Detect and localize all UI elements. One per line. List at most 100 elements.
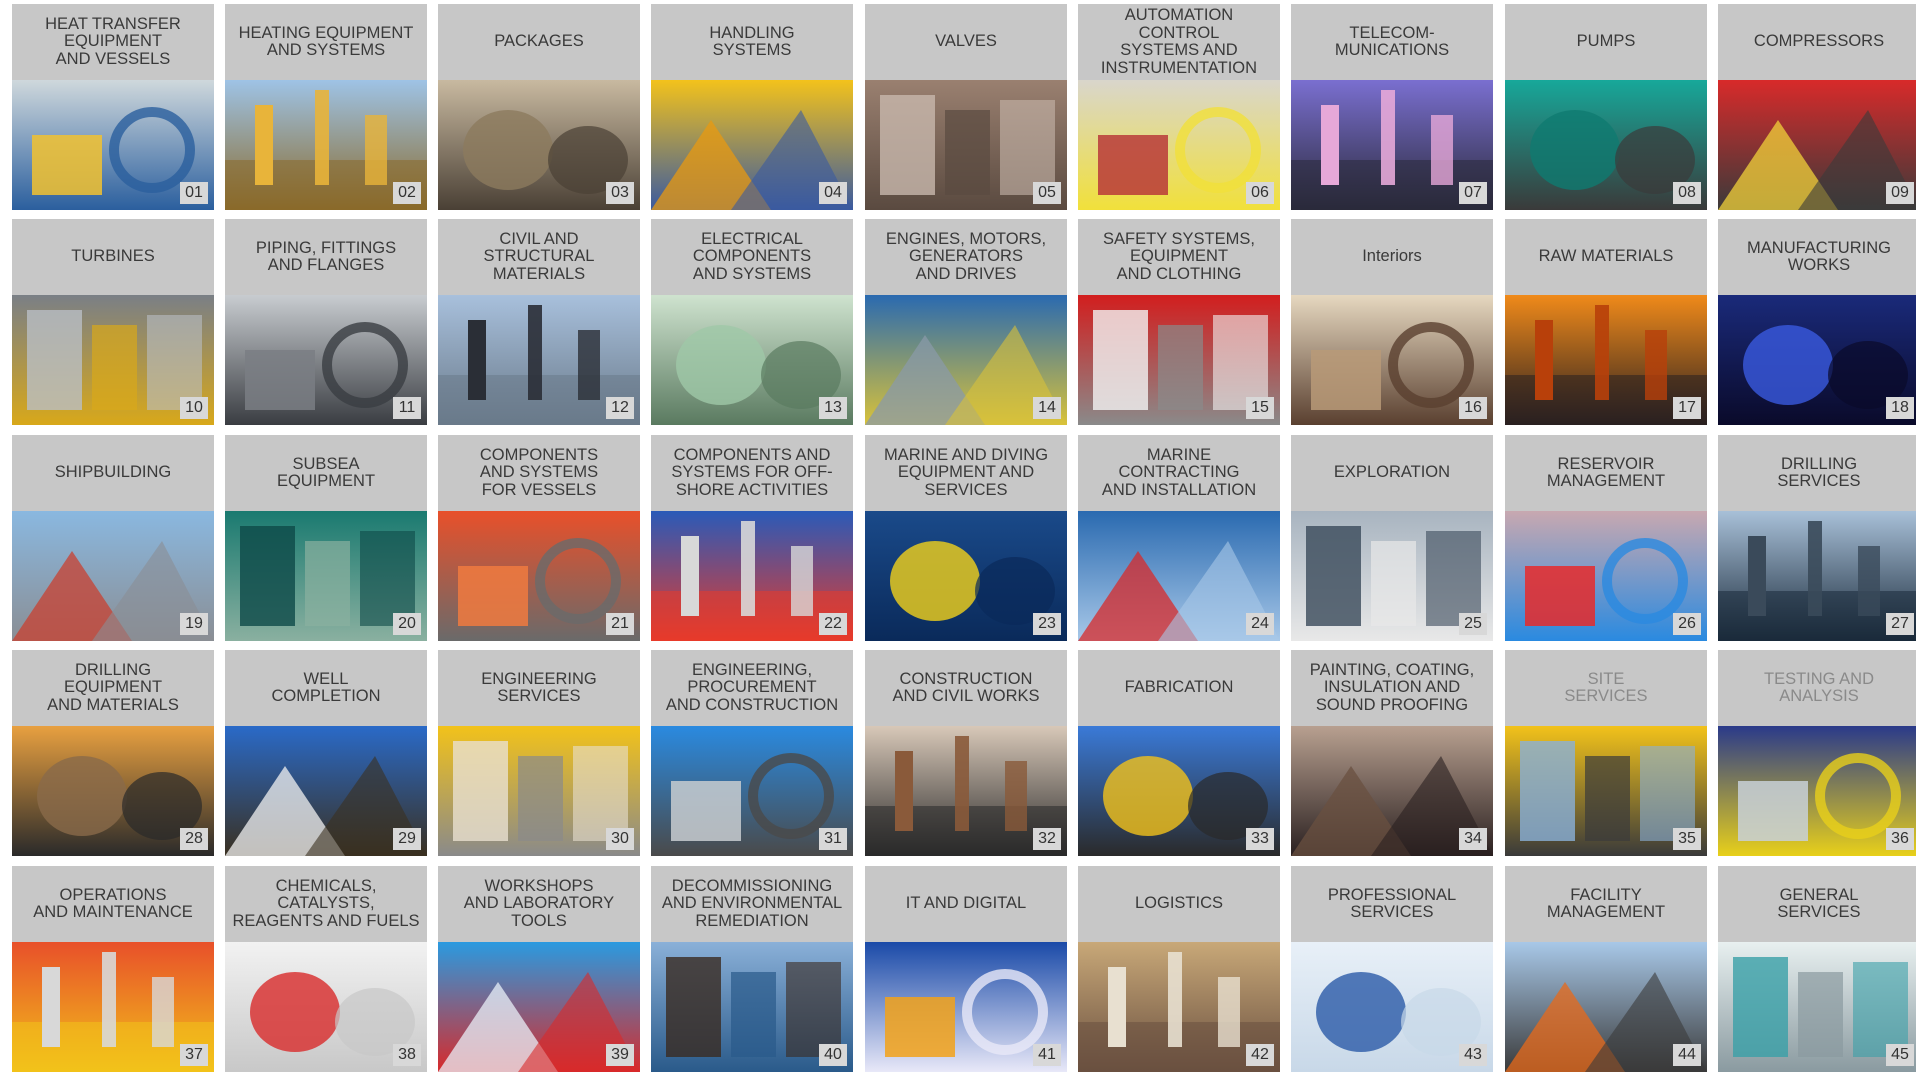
category-label: Interiors [1362,247,1422,266]
category-tile-33[interactable]: FABRICATION 33 [1078,650,1280,856]
category-tile-38[interactable]: CHEMICALS, CATALYSTS, REAGENTS AND FUELS… [225,866,427,1072]
category-tile-23[interactable]: MARINE AND DIVING EQUIPMENT AND SERVICES… [865,435,1067,641]
category-label: COMPONENTS AND SYSTEMS FOR VESSELS [479,445,599,499]
category-tile-04[interactable]: HANDLING SYSTEMS 04 [651,4,853,210]
category-label: EXPLORATION [1333,463,1451,482]
category-number-badge: 05 [1033,182,1061,204]
category-tile-39[interactable]: WORKSHOPS AND LABORATORY TOOLS 39 [438,866,640,1072]
category-number-badge: 25 [1459,613,1487,635]
category-label: SAFETY SYSTEMS, EQUIPMENT AND CLOTHING [1103,229,1255,283]
category-label: TESTING AND ANALYSIS [1763,669,1874,705]
category-label: MARINE CONTRACTING AND INSTALLATION [1101,445,1257,499]
category-number-badge: 42 [1246,1044,1274,1066]
category-tile-31[interactable]: ENGINEERING, PROCUREMENT AND CONSTRUCTIO… [651,650,853,856]
category-tile-43[interactable]: PROFESSIONAL SERVICES 43 [1291,866,1493,1072]
category-tile-16[interactable]: Interiors 16 [1291,219,1493,425]
category-tile-15[interactable]: SAFETY SYSTEMS, EQUIPMENT AND CLOTHING 1… [1078,219,1280,425]
category-tile-08[interactable]: PUMPS 08 [1505,4,1707,210]
category-tile-02[interactable]: HEATING EQUIPMENT AND SYSTEMS 02 [225,4,427,210]
category-tile-20[interactable]: SUBSEA EQUIPMENT 20 [225,435,427,641]
category-tile-24[interactable]: MARINE CONTRACTING AND INSTALLATION 24 [1078,435,1280,641]
category-label: MANUFACTURING WORKS [1747,238,1891,274]
category-number-badge: 39 [606,1044,634,1066]
category-header: HEATING EQUIPMENT AND SYSTEMS [225,4,427,80]
category-label: DRILLING EQUIPMENT AND MATERIALS [47,660,179,714]
category-header: DRILLING SERVICES [1718,435,1916,511]
category-tile-12[interactable]: CIVIL AND STRUCTURAL MATERIALS 12 [438,219,640,425]
category-header: MANUFACTURING WORKS [1718,219,1916,295]
category-tile-35[interactable]: SITE SERVICES 35 [1505,650,1707,856]
category-label: RAW MATERIALS [1538,247,1674,266]
category-header: COMPRESSORS [1718,4,1916,80]
category-header: DECOMMISSIONING AND ENVIRONMENTAL REMEDI… [651,866,853,942]
category-number-badge: 11 [393,397,421,419]
category-header: HANDLING SYSTEMS [651,4,853,80]
category-tile-06[interactable]: AUTOMATION CONTROL SYSTEMS AND INSTRUMEN… [1078,4,1280,210]
category-tile-11[interactable]: PIPING, FITTINGS AND FLANGES 11 [225,219,427,425]
category-tile-07[interactable]: TELECOM- MUNICATIONS 07 [1291,4,1493,210]
category-header: FABRICATION [1078,650,1280,726]
category-tile-18[interactable]: MANUFACTURING WORKS 18 [1718,219,1916,425]
category-tile-41[interactable]: IT AND DIGITAL 41 [865,866,1067,1072]
category-number-badge: 20 [393,613,421,635]
category-tile-34[interactable]: PAINTING, COATING, INSULATION AND SOUND … [1291,650,1493,856]
category-number-badge: 37 [180,1044,208,1066]
category-number-badge: 29 [393,828,421,850]
category-number-badge: 32 [1033,828,1061,850]
category-header: DRILLING EQUIPMENT AND MATERIALS [12,650,214,726]
category-label: PIPING, FITTINGS AND FLANGES [255,238,397,274]
category-tile-14[interactable]: ENGINES, MOTORS, GENERATORS AND DRIVES 1… [865,219,1067,425]
category-tile-21[interactable]: COMPONENTS AND SYSTEMS FOR VESSELS 21 [438,435,640,641]
category-tile-25[interactable]: EXPLORATION 25 [1291,435,1493,641]
category-tile-44[interactable]: FACILITY MANAGEMENT 44 [1505,866,1707,1072]
category-header: Interiors [1291,219,1493,295]
category-tile-03[interactable]: PACKAGES 03 [438,4,640,210]
category-tile-10[interactable]: TURBINES 10 [12,219,214,425]
category-tile-32[interactable]: CONSTRUCTION AND CIVIL WORKS 32 [865,650,1067,856]
category-header: COMPONENTS AND SYSTEMS FOR VESSELS [438,435,640,511]
category-tile-28[interactable]: DRILLING EQUIPMENT AND MATERIALS 28 [12,650,214,856]
category-number-badge: 38 [393,1044,421,1066]
category-tile-29[interactable]: WELL COMPLETION 29 [225,650,427,856]
category-header: WORKSHOPS AND LABORATORY TOOLS [438,866,640,942]
category-header: ENGINEERING, PROCUREMENT AND CONSTRUCTIO… [651,650,853,726]
category-tile-19[interactable]: SHIPBUILDING 19 [12,435,214,641]
category-label: ENGINEERING SERVICES [481,669,597,705]
category-label: PAINTING, COATING, INSULATION AND SOUND … [1309,660,1475,714]
category-tile-26[interactable]: RESERVOIR MANAGEMENT 26 [1505,435,1707,641]
category-tile-27[interactable]: DRILLING SERVICES 27 [1718,435,1916,641]
category-tile-17[interactable]: RAW MATERIALS 17 [1505,219,1707,425]
category-label: VALVES [935,32,997,51]
category-tile-36[interactable]: TESTING AND ANALYSIS 36 [1718,650,1916,856]
category-tile-40[interactable]: DECOMMISSIONING AND ENVIRONMENTAL REMEDI… [651,866,853,1072]
category-label: COMPONENTS AND SYSTEMS FOR OFF- SHORE AC… [671,445,833,499]
category-number-badge: 35 [1673,828,1701,850]
category-tile-30[interactable]: ENGINEERING SERVICES 30 [438,650,640,856]
category-number-badge: 36 [1886,828,1914,850]
category-label: OPERATIONS AND MAINTENANCE [33,885,193,921]
category-label: FACILITY MANAGEMENT [1546,885,1666,921]
category-number-badge: 30 [606,828,634,850]
category-label: PACKAGES [494,32,584,51]
category-number-badge: 01 [180,182,208,204]
category-tile-22[interactable]: COMPONENTS AND SYSTEMS FOR OFF- SHORE AC… [651,435,853,641]
category-header: CHEMICALS, CATALYSTS, REAGENTS AND FUELS [225,866,427,942]
category-tile-45[interactable]: GENERAL SERVICES 45 [1718,866,1916,1072]
category-label: DRILLING SERVICES [1777,454,1861,490]
category-header: PACKAGES [438,4,640,80]
category-label: CIVIL AND STRUCTURAL MATERIALS [483,229,595,283]
category-number-badge: 02 [393,182,421,204]
category-tile-09[interactable]: COMPRESSORS 09 [1718,4,1916,210]
category-number-badge: 26 [1673,613,1701,635]
category-label: GENERAL SERVICES [1777,885,1861,921]
category-header: CONSTRUCTION AND CIVIL WORKS [865,650,1067,726]
category-tile-01[interactable]: HEAT TRANSFER EQUIPMENT AND VESSELS 01 [12,4,214,210]
category-tile-13[interactable]: ELECTRICAL COMPONENTS AND SYSTEMS 13 [651,219,853,425]
category-tile-42[interactable]: LOGISTICS 42 [1078,866,1280,1072]
category-label: WELL COMPLETION [271,669,381,705]
category-tile-05[interactable]: VALVES 05 [865,4,1067,210]
category-tile-37[interactable]: OPERATIONS AND MAINTENANCE 37 [12,866,214,1072]
category-header: IT AND DIGITAL [865,866,1067,942]
category-label: LOGISTICS [1134,894,1224,913]
category-label: SITE SERVICES [1564,669,1648,705]
